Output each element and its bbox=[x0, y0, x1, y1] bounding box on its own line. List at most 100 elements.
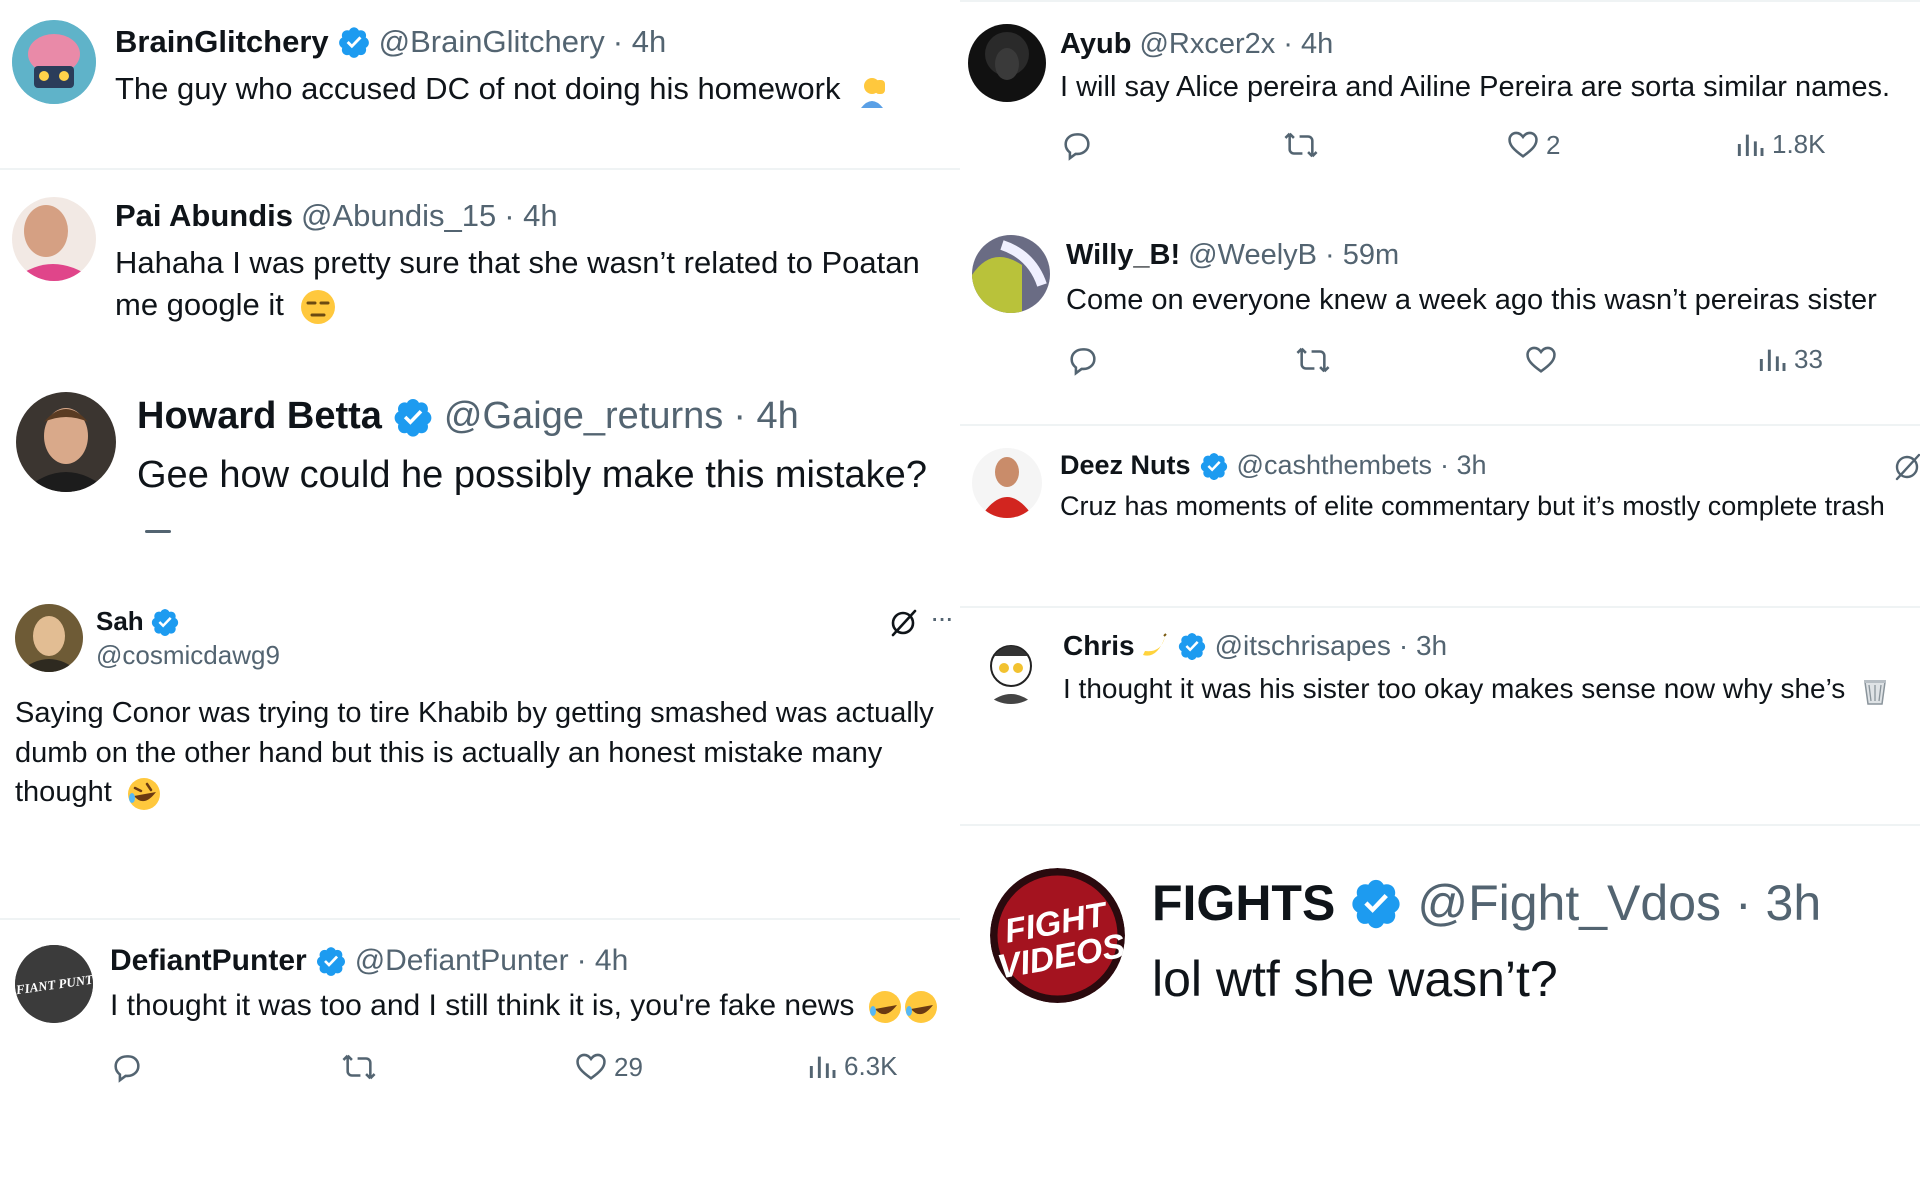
display-name[interactable]: DefiantPunter bbox=[110, 944, 307, 978]
views-count: 33 bbox=[1794, 343, 1823, 374]
tweet-brainglitchery[interactable]: BrainGlitchery @BrainGlitchery · 4h The … bbox=[0, 0, 960, 168]
tweet-chris[interactable]: Chris @itschrisapes · 3h I thought it wa… bbox=[960, 608, 1920, 822]
timestamp[interactable]: · 3h bbox=[1735, 874, 1821, 932]
display-name[interactable]: Deez Nuts bbox=[1060, 450, 1191, 481]
reply-button[interactable] bbox=[110, 1050, 144, 1084]
handle[interactable]: @cosmicdawg9 bbox=[96, 640, 280, 671]
person-facepalming-emoji bbox=[861, 77, 886, 108]
avatar[interactable] bbox=[15, 604, 83, 672]
handle[interactable]: @cashthembets bbox=[1237, 450, 1433, 481]
display-name[interactable]: BrainGlitchery bbox=[115, 24, 329, 60]
reply-button[interactable] bbox=[1066, 343, 1100, 377]
views-button[interactable]: 6.3K bbox=[806, 1050, 898, 1082]
handle[interactable]: @Fight_Vdos bbox=[1417, 874, 1721, 932]
avatar[interactable] bbox=[16, 392, 116, 492]
handle[interactable]: @itschrisapes bbox=[1215, 630, 1391, 662]
avatar[interactable] bbox=[972, 235, 1050, 313]
timestamp[interactable]: · 4h bbox=[577, 944, 629, 978]
tweet-text-line: Hahaha I was pretty sure that she wasn’t… bbox=[115, 245, 920, 280]
display-name[interactable]: Sah bbox=[96, 606, 144, 637]
wastebasket-emoji bbox=[1864, 679, 1887, 705]
rolling-on-floor-laughing-emoji bbox=[127, 777, 160, 810]
banana-emoji bbox=[1142, 633, 1167, 656]
tweet-text-line: thought bbox=[15, 773, 955, 813]
verified-badge-icon bbox=[316, 947, 345, 976]
tweet-paiabundis[interactable]: Pai Abundis @Abundis_15 · 4h Hahaha I wa… bbox=[0, 170, 960, 370]
tweet-text-content: The guy who accused DC of not doing his … bbox=[115, 71, 841, 106]
timestamp[interactable]: · 4h bbox=[733, 395, 798, 438]
views-icon bbox=[809, 1056, 836, 1078]
reply-icon bbox=[1070, 348, 1096, 376]
like-button[interactable] bbox=[1524, 343, 1558, 377]
tweet-fights[interactable]: FIGHT VIDEOS FIGHTS @Fight_Vdos · 3h lol… bbox=[960, 826, 1920, 1056]
like-count: 2 bbox=[1546, 129, 1561, 160]
like-button[interactable]: 29 bbox=[574, 1050, 643, 1084]
retweet-button[interactable] bbox=[340, 1050, 378, 1084]
display-name[interactable]: Howard Betta bbox=[137, 395, 382, 438]
retweet-button[interactable] bbox=[1294, 343, 1332, 377]
verified-badge-icon bbox=[1352, 879, 1400, 929]
tweet-text: I thought it was too and I still think i… bbox=[110, 986, 939, 1027]
timestamp[interactable]: · 4h bbox=[613, 24, 666, 60]
tweet-text-line: me google it bbox=[115, 284, 955, 326]
handle[interactable]: @Rxcer2x bbox=[1139, 28, 1275, 61]
retweet-icon bbox=[1284, 132, 1318, 158]
tweet-actions: 2 1.8K bbox=[960, 128, 1920, 168]
retweet-button[interactable] bbox=[1282, 128, 1320, 162]
grok-icon[interactable] bbox=[1892, 452, 1920, 482]
tweet-defiantpunter[interactable]: DEFIANT PUNTER DefiantPunter @DefiantPun… bbox=[0, 920, 960, 1120]
more-options-icon[interactable]: ··· bbox=[930, 602, 954, 634]
timestamp[interactable]: · 3h bbox=[1399, 630, 1447, 662]
avatar[interactable] bbox=[12, 20, 96, 104]
avatar[interactable] bbox=[976, 634, 1046, 704]
handle[interactable]: @Gaige_returns bbox=[444, 395, 723, 438]
avatar[interactable] bbox=[972, 448, 1042, 518]
timestamp[interactable]: · 59m bbox=[1325, 239, 1399, 272]
handle[interactable]: @DefiantPunter bbox=[355, 944, 569, 978]
handle[interactable]: @WeelyB bbox=[1188, 239, 1317, 272]
timestamp[interactable]: · 4h bbox=[504, 198, 557, 234]
views-icon bbox=[1737, 134, 1764, 156]
views-button[interactable]: 33 bbox=[1756, 343, 1823, 375]
display-name[interactable]: Chris bbox=[1063, 630, 1135, 662]
tweet-header: Willy_B! @WeelyB · 59m bbox=[1066, 239, 1399, 272]
timestamp[interactable]: · 4h bbox=[1283, 28, 1333, 61]
heart-icon bbox=[1526, 346, 1556, 373]
tweet-header: Pai Abundis @Abundis_15 · 4h bbox=[115, 198, 558, 234]
tweet-actions: 29 6.3K bbox=[0, 1050, 960, 1090]
tweet-sah[interactable]: Sah @cosmicdawg9 ··· Saying Conor was tr… bbox=[0, 596, 960, 896]
tweet-text-content: thought bbox=[15, 776, 112, 809]
handle[interactable]: @BrainGlitchery bbox=[379, 24, 605, 60]
tweet-header: Howard Betta @Gaige_returns · 4h bbox=[137, 395, 799, 438]
tweet-deeznuts[interactable]: Deez Nuts @cashthembets · 3h Cruz has mo… bbox=[960, 426, 1920, 604]
verified-badge-icon bbox=[151, 608, 178, 636]
display-name[interactable]: Ayub bbox=[1060, 28, 1131, 61]
display-name[interactable]: FIGHTS bbox=[1152, 874, 1335, 932]
grok-icon[interactable] bbox=[888, 608, 918, 638]
tweet-text: Gee how could he possibly make this mist… bbox=[137, 454, 927, 496]
avatar[interactable]: FIGHT VIDEOS bbox=[990, 868, 1125, 1003]
reply-icon bbox=[114, 1055, 140, 1083]
rolling-on-floor-laughing-emoji bbox=[868, 991, 901, 1024]
verified-badge-icon bbox=[338, 27, 369, 58]
display-name[interactable]: Willy_B! bbox=[1066, 239, 1180, 272]
tweet-text: I will say Alice pereira and Ailine Pere… bbox=[1060, 71, 1891, 103]
avatar[interactable] bbox=[12, 197, 96, 281]
display-name[interactable]: Pai Abundis bbox=[115, 198, 293, 234]
handle[interactable]: @Abundis_15 bbox=[301, 198, 496, 234]
timestamp[interactable]: · 3h bbox=[1440, 450, 1487, 481]
views-count: 6.3K bbox=[844, 1050, 898, 1081]
reply-button[interactable] bbox=[1060, 128, 1094, 162]
tweet-willyb[interactable]: Willy_B! @WeelyB · 59m Come on everyone … bbox=[960, 215, 1920, 420]
verified-badge-icon bbox=[1178, 633, 1205, 660]
avatar[interactable] bbox=[968, 24, 1046, 102]
views-icon bbox=[1759, 349, 1786, 371]
tweet-text: lol wtf she wasn’t? bbox=[1152, 951, 1558, 1007]
tweet-howardbetta[interactable]: Howard Betta @Gaige_returns · 4h Gee how… bbox=[0, 380, 960, 540]
retweet-icon bbox=[1296, 347, 1330, 373]
like-button[interactable]: 2 bbox=[1506, 128, 1560, 162]
tweet-header: Chris @itschrisapes · 3h bbox=[1063, 630, 1447, 662]
views-button[interactable]: 1.8K bbox=[1734, 128, 1826, 160]
avatar[interactable]: DEFIANT PUNTER bbox=[15, 945, 93, 1023]
tweet-ayub[interactable]: Ayub @Rxcer2x · 4h I will say Alice pere… bbox=[960, 0, 1920, 210]
